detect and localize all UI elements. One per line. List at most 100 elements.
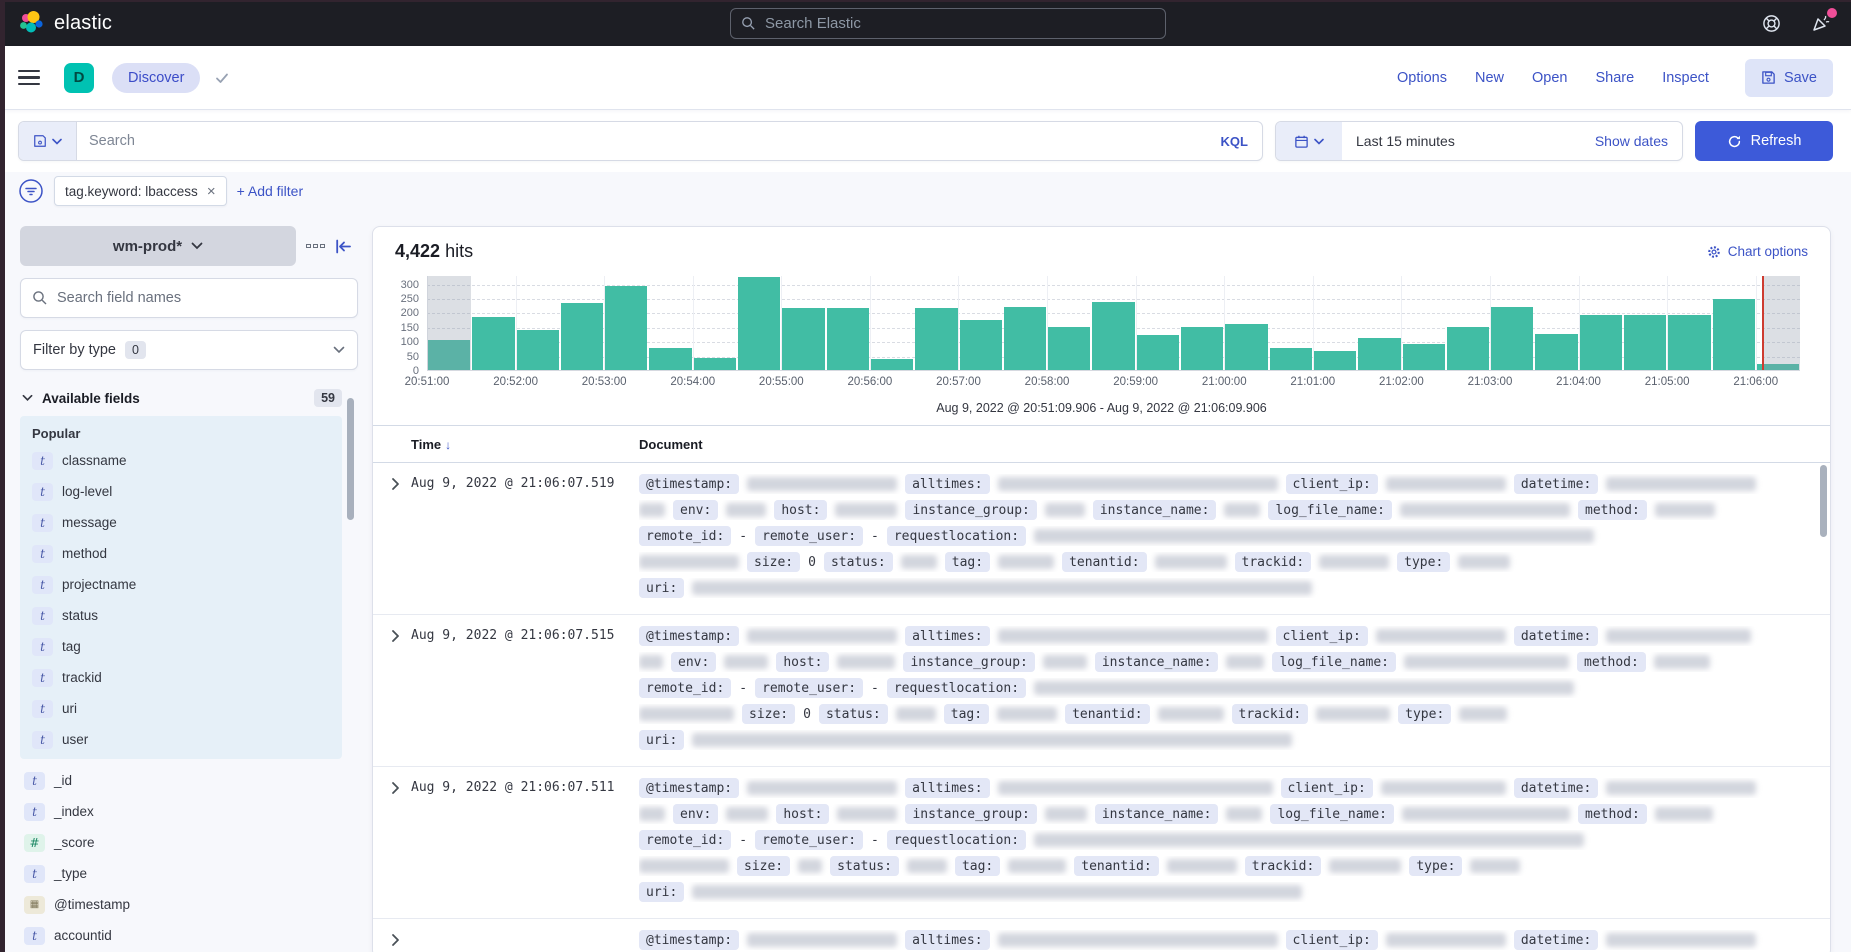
- histogram-bar[interactable]: [1712, 276, 1756, 370]
- field-search-input[interactable]: [57, 290, 346, 306]
- expand-row-icon[interactable]: [385, 930, 405, 950]
- appbar-link-new[interactable]: New: [1461, 70, 1518, 86]
- histogram-bar[interactable]: [737, 276, 781, 370]
- popular-label: Popular: [28, 424, 334, 445]
- filter-pill[interactable]: tag.keyword: lbaccess ×: [54, 176, 227, 206]
- available-fields-header[interactable]: Available fields 59: [20, 380, 358, 416]
- histogram-bar[interactable]: [693, 276, 737, 370]
- index-pattern-switcher[interactable]: wm-prod*: [20, 226, 296, 266]
- help-icon[interactable]: [1759, 11, 1783, 35]
- histogram-bar[interactable]: [1579, 276, 1623, 370]
- histogram-bar[interactable]: [1269, 276, 1313, 370]
- time-range-value[interactable]: Last 15 minutes: [1342, 133, 1469, 149]
- histogram-bar[interactable]: [1490, 276, 1534, 370]
- calendar-icon: [1294, 134, 1309, 149]
- field-type-icon: t: [24, 803, 45, 821]
- sort-desc-icon[interactable]: ↓: [445, 438, 451, 452]
- histogram-bar[interactable]: [1446, 276, 1490, 370]
- table-scrollbar[interactable]: [1820, 465, 1827, 537]
- kql-language-button[interactable]: KQL: [1207, 134, 1262, 149]
- global-search-input[interactable]: Search Elastic: [730, 8, 1166, 39]
- histogram-bar[interactable]: [648, 276, 692, 370]
- x-tick-label: 20:51:00: [405, 376, 450, 388]
- histogram-bar[interactable]: [914, 276, 958, 370]
- field-name: log-level: [62, 484, 112, 499]
- menu-icon[interactable]: [18, 70, 40, 86]
- redacted-value: [1045, 503, 1085, 517]
- newsfeed-icon[interactable]: [1809, 11, 1833, 35]
- row-document: @timestamp:alltimes:client_ip:datetime:: [639, 928, 1830, 952]
- expand-row-icon[interactable]: [385, 474, 405, 494]
- filter-menu-icon[interactable]: [18, 178, 44, 204]
- add-filter-button[interactable]: + Add filter: [237, 183, 304, 199]
- field-value: -: [739, 833, 747, 848]
- histogram-bar[interactable]: [1180, 276, 1224, 370]
- saved-query-menu-button[interactable]: [19, 122, 77, 160]
- filter-by-type-dropdown[interactable]: Filter by type 0: [20, 330, 358, 370]
- field-item-log-level[interactable]: tlog-level: [28, 476, 334, 507]
- appbar-link-options[interactable]: Options: [1383, 70, 1461, 86]
- histogram-bar[interactable]: [471, 276, 515, 370]
- y-tick-label: 300: [401, 279, 419, 291]
- field-item-_index[interactable]: t_index: [20, 796, 342, 827]
- field-value: -: [871, 833, 879, 848]
- field-item-status[interactable]: tstatus: [28, 600, 334, 631]
- field-item-_score[interactable]: #_score: [20, 827, 342, 858]
- field-item-method[interactable]: tmethod: [28, 538, 334, 569]
- histogram-bar[interactable]: [1667, 276, 1711, 370]
- collapse-sidebar-icon[interactable]: [335, 239, 352, 254]
- field-item-classname[interactable]: tclassname: [28, 445, 334, 476]
- field-settings-icon[interactable]: [306, 244, 325, 249]
- filter-remove-icon[interactable]: ×: [207, 183, 216, 200]
- histogram-bar[interactable]: [1313, 276, 1357, 370]
- space-avatar[interactable]: D: [64, 63, 94, 93]
- histogram-bar[interactable]: [870, 276, 914, 370]
- histogram-bar[interactable]: [516, 276, 560, 370]
- time-column-header[interactable]: Time↓: [411, 437, 639, 452]
- field-item-uri[interactable]: turi: [28, 693, 334, 724]
- show-dates-button[interactable]: Show dates: [1595, 133, 1682, 149]
- chart-plot-area[interactable]: [427, 276, 1800, 371]
- field-item-message[interactable]: tmessage: [28, 507, 334, 538]
- expand-row-icon[interactable]: [385, 626, 405, 646]
- breadcrumb[interactable]: Discover: [112, 63, 200, 93]
- histogram-bar[interactable]: [1224, 276, 1268, 370]
- date-picker: Last 15 minutes Show dates: [1275, 121, 1683, 161]
- histogram-bar[interactable]: [1357, 276, 1401, 370]
- histogram-bar[interactable]: [1534, 276, 1578, 370]
- redacted-value: [639, 859, 729, 873]
- field-item-_type[interactable]: t_type: [20, 858, 342, 889]
- search-query-input[interactable]: [77, 133, 1207, 149]
- histogram-bar[interactable]: [1091, 276, 1135, 370]
- field-item-tag[interactable]: ttag: [28, 631, 334, 662]
- field-item-trackid[interactable]: ttrackid: [28, 662, 334, 693]
- histogram-bar[interactable]: [959, 276, 1003, 370]
- notification-dot: [1827, 8, 1837, 18]
- field-item-@timestamp[interactable]: ▦@timestamp: [20, 889, 342, 920]
- save-button[interactable]: Save: [1745, 59, 1833, 97]
- histogram-bar[interactable]: [1136, 276, 1180, 370]
- appbar-link-open[interactable]: Open: [1518, 70, 1581, 86]
- histogram-bar[interactable]: [604, 276, 648, 370]
- histogram-bar[interactable]: [560, 276, 604, 370]
- histogram-bar[interactable]: [781, 276, 825, 370]
- expand-row-icon[interactable]: [385, 778, 405, 798]
- partial-bucket-overlay: [1762, 276, 1800, 370]
- sidebar-scrollbar[interactable]: [347, 398, 354, 520]
- histogram-bar[interactable]: [1402, 276, 1446, 370]
- appbar-link-share[interactable]: Share: [1581, 70, 1648, 86]
- field-item-projectname[interactable]: tprojectname: [28, 569, 334, 600]
- field-item-accountid[interactable]: taccountid: [20, 920, 342, 951]
- date-quick-menu-button[interactable]: [1276, 122, 1342, 160]
- appbar-link-inspect[interactable]: Inspect: [1648, 70, 1723, 86]
- histogram-bar[interactable]: [826, 276, 870, 370]
- refresh-button[interactable]: Refresh: [1695, 121, 1833, 161]
- histogram-bar[interactable]: [1003, 276, 1047, 370]
- histogram-bar[interactable]: [1623, 276, 1667, 370]
- query-input-group: KQL: [18, 121, 1263, 161]
- chart-options-button[interactable]: Chart options: [1707, 244, 1808, 259]
- histogram-bar[interactable]: [1047, 276, 1091, 370]
- field-item-user[interactable]: tuser: [28, 724, 334, 755]
- elastic-logo[interactable]: elastic: [18, 10, 112, 36]
- field-item-_id[interactable]: t_id: [20, 765, 342, 796]
